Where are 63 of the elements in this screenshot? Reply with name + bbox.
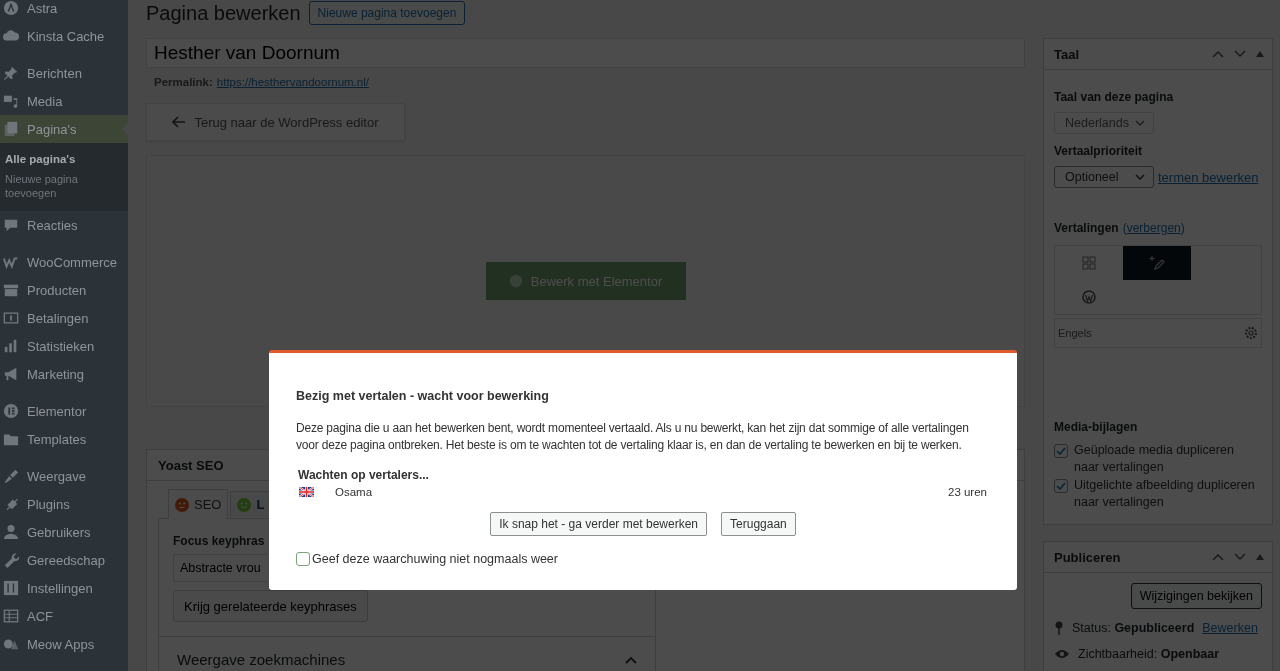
field-label: Media-bijlagen xyxy=(1054,420,1139,434)
checkbox-label: Uitgelichte afbeelding dupliceren naar vertalingen xyxy=(1074,477,1256,511)
menu-item[interactable]: Media xyxy=(0,87,128,115)
menu-item[interactable]: WooCommerce xyxy=(0,248,128,276)
menu-item[interactable]: Gereedschap xyxy=(0,546,128,574)
menu-item[interactable]: Berichten xyxy=(0,59,128,87)
menu-item[interactable]: Marketing xyxy=(0,360,128,388)
menu-item[interactable]: Plugins xyxy=(0,490,128,518)
wrench-icon xyxy=(3,552,19,568)
section-title: Weergave zoekmachines xyxy=(177,651,346,668)
panel-title: Publiceren xyxy=(1054,549,1121,565)
parenthesis-mark: ) xyxy=(1180,221,1185,235)
menu-item[interactable]: ACF xyxy=(0,602,128,630)
dialog-message: Deze pagina die u aan het bewerken bent, wordt momenteel vertaald. Als u nu bewerkt, kan het zijn dat sommige of alle vertalingen voor deze pagina ontbreken. Het beste is om te wachten tot de vertaling klaar is, en dan de vertaling te bewerken en bij te werken. xyxy=(296,420,970,454)
circle-logo-icon xyxy=(3,403,19,419)
pages-icon xyxy=(3,121,19,137)
uk-flag-icon xyxy=(299,487,314,497)
visibility-text: Zichtbaarheid: Openbaar xyxy=(1078,647,1220,661)
waiting-time: 23 uren xyxy=(948,486,987,498)
menu-item[interactable]: Betalingen xyxy=(0,304,128,332)
field-label: Vertaalprioriteit xyxy=(1054,144,1144,158)
field-label: Focus keyphras xyxy=(173,534,265,548)
pin-icon xyxy=(3,65,19,81)
panel-title: Yoast SEO xyxy=(158,457,224,473)
menu-item[interactable]: Astra xyxy=(0,0,128,22)
field-label: Taal van deze pagina xyxy=(1054,90,1175,104)
status-text: Status: Gepubliceerd xyxy=(1072,621,1195,635)
menu-item[interactable]: Pagina's xyxy=(0,115,128,143)
translator-name: Osama xyxy=(335,486,374,498)
menu-item[interactable]: Reacties xyxy=(0,211,128,239)
field-label: Vertalingen xyxy=(1054,221,1119,235)
menu-item[interactable]: Templates xyxy=(0,425,128,453)
dialog-button[interactable]: Teruggaan xyxy=(721,512,796,536)
menu-item[interactable]: Gebruikers xyxy=(0,518,128,546)
person-icon xyxy=(3,524,19,540)
checkbox[interactable] xyxy=(296,552,310,566)
panel-title: Taal xyxy=(1054,46,1080,62)
bar-chart-icon xyxy=(3,338,19,354)
menu-item[interactable]: Weergave xyxy=(0,462,128,490)
menu-item[interactable]: Kinsta Cache xyxy=(0,22,128,50)
parenthesis-mark: ( xyxy=(1122,221,1127,235)
checkbox-label: Geüploade media dupliceren naar vertalingen xyxy=(1074,442,1235,476)
menu-item[interactable]: Meow Apps xyxy=(0,630,128,658)
paintbrush-icon xyxy=(3,468,19,484)
menu-item[interactable]: Elementor xyxy=(0,397,128,425)
megaphone-icon xyxy=(3,366,19,382)
dialog-title: Bezig met vertalen - wacht voor bewerking xyxy=(296,389,550,403)
menu-item[interactable]: Statistieken xyxy=(0,332,128,360)
banknote-icon xyxy=(3,310,19,326)
submenu-item[interactable]: Nieuwe pagina toevoegen xyxy=(0,169,128,203)
dialog-button[interactable]: Ik snap het - ga verder met bewerken xyxy=(490,512,708,536)
checkbox-label: Geef deze waarchuwing niet nogmaals weer xyxy=(312,552,558,566)
media-icon xyxy=(3,93,19,109)
submenu-item[interactable]: Alle pagina's xyxy=(0,149,128,169)
page-heading: Pagina bewerken xyxy=(146,1,301,25)
waiting-label: Wachten op vertalers... xyxy=(298,468,430,482)
sliders-icon xyxy=(3,580,19,596)
menu-item[interactable]: Instellingen xyxy=(0,574,128,602)
speech-bubble-icon xyxy=(3,217,19,233)
menu-item[interactable]: Producten xyxy=(0,276,128,304)
archive-box-icon xyxy=(3,282,19,298)
table-icon xyxy=(3,608,19,624)
zigzag-logo-icon xyxy=(3,254,19,270)
